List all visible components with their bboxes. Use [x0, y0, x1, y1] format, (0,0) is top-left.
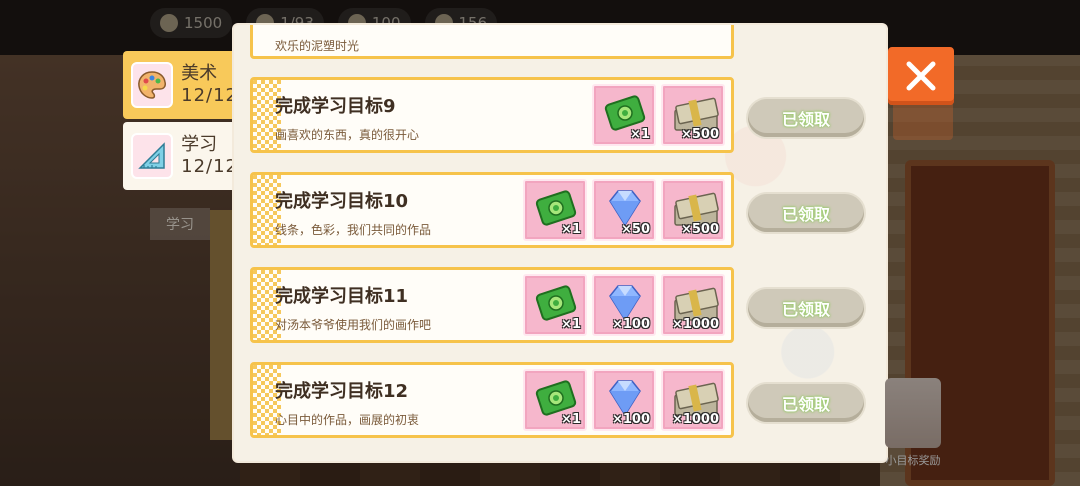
goal-row: 完成学习目标10 线条，色彩，我们共同的作品 ×1 ×50 ×500	[250, 172, 734, 248]
reward-quantity: ×1000	[671, 412, 719, 427]
reward-item[interactable]: ×500	[661, 179, 725, 241]
tab-label: 学习	[181, 133, 218, 155]
reward-item[interactable]: ×500	[661, 84, 725, 146]
reward-list: ×1 ×100 ×1000	[523, 369, 725, 431]
goal-description: 欢乐的泥塑时光	[275, 39, 360, 53]
reward-item[interactable]: ×1	[523, 179, 587, 241]
reward-item[interactable]: ×1000	[661, 369, 725, 431]
reward-list: ×1 ×500	[592, 84, 725, 146]
currency-item: 1500	[150, 8, 233, 38]
goal-title: 完成学习目标9	[275, 96, 396, 117]
reward-quantity: ×100	[611, 412, 650, 427]
reward-list: ×1 ×50 ×500	[523, 179, 725, 241]
goal-row: 完成学习目标12 心目中的作品，画展的初衷 ×1 ×100 ×1000	[250, 362, 734, 438]
claimed-button[interactable]: 已领取	[748, 194, 864, 232]
goal-description: 对汤本爷爷使用我们的画作吧	[275, 318, 432, 332]
tab-art[interactable]: 美术 12/12	[123, 51, 238, 119]
reward-item[interactable]: ×1000	[661, 274, 725, 336]
goal-row-partial: 欢乐的泥塑时光	[250, 25, 734, 59]
close-icon	[906, 61, 936, 91]
reward-quantity: ×1000	[671, 317, 719, 332]
tab-label: 美术	[181, 62, 218, 84]
reward-list: ×1 ×100 ×1000	[523, 274, 725, 336]
reward-quantity: ×1	[561, 222, 581, 237]
background-caption: 学习	[150, 208, 210, 240]
reward-quantity: ×500	[680, 222, 719, 237]
reward-item[interactable]: ×1	[523, 369, 587, 431]
goal-row: 完成学习目标9 画喜欢的东西，真的很开心 ×1 ×500	[250, 77, 734, 153]
reward-item[interactable]: ×100	[592, 369, 656, 431]
goal-reward-label: 小目标奖励	[885, 454, 941, 467]
goal-title: 完成学习目标10	[275, 191, 409, 212]
goal-description: 画喜欢的东西，真的很开心	[275, 128, 420, 142]
goal-list-panel[interactable]: 欢乐的泥塑时光 完成学习目标9 画喜欢的东西，真的很开心 ×1 ×500 已领取…	[234, 25, 886, 461]
currency-value: 1500	[184, 14, 223, 32]
reward-quantity: ×50	[621, 222, 650, 237]
close-button[interactable]	[888, 47, 954, 105]
reward-quantity: ×1	[561, 317, 581, 332]
palette-icon	[131, 62, 174, 108]
claimed-button[interactable]: 已领取	[748, 99, 864, 137]
claimed-button[interactable]: 已领取	[748, 289, 864, 327]
reward-quantity: ×1	[630, 127, 650, 142]
tab-study[interactable]: 学习 12/12	[123, 122, 238, 190]
character-portrait	[885, 378, 941, 448]
close-button-shadow	[893, 100, 953, 140]
reward-item[interactable]: ×1	[592, 84, 656, 146]
goal-title: 完成学习目标12	[275, 381, 409, 402]
tab-count: 12/12	[181, 156, 238, 177]
goal-title: 完成学习目标11	[275, 286, 409, 307]
reward-item[interactable]: ×100	[592, 274, 656, 336]
tab-count: 12/12	[181, 85, 238, 106]
goal-reward-shortcut[interactable]: 小目标奖励	[880, 378, 946, 472]
ruler-icon	[131, 133, 174, 179]
reward-quantity: ×100	[611, 317, 650, 332]
reward-quantity: ×1	[561, 412, 581, 427]
reward-item[interactable]: ×50	[592, 179, 656, 241]
goal-description: 心目中的作品，画展的初衷	[275, 413, 420, 427]
background-wall	[0, 55, 240, 486]
reward-item[interactable]: ×1	[523, 274, 587, 336]
goal-row: 完成学习目标11 对汤本爷爷使用我们的画作吧 ×1 ×100 ×1000	[250, 267, 734, 343]
goal-description: 线条，色彩，我们共同的作品	[275, 223, 432, 237]
graduation-cap-icon	[160, 14, 178, 32]
claimed-button[interactable]: 已领取	[748, 384, 864, 422]
reward-quantity: ×500	[680, 127, 719, 142]
